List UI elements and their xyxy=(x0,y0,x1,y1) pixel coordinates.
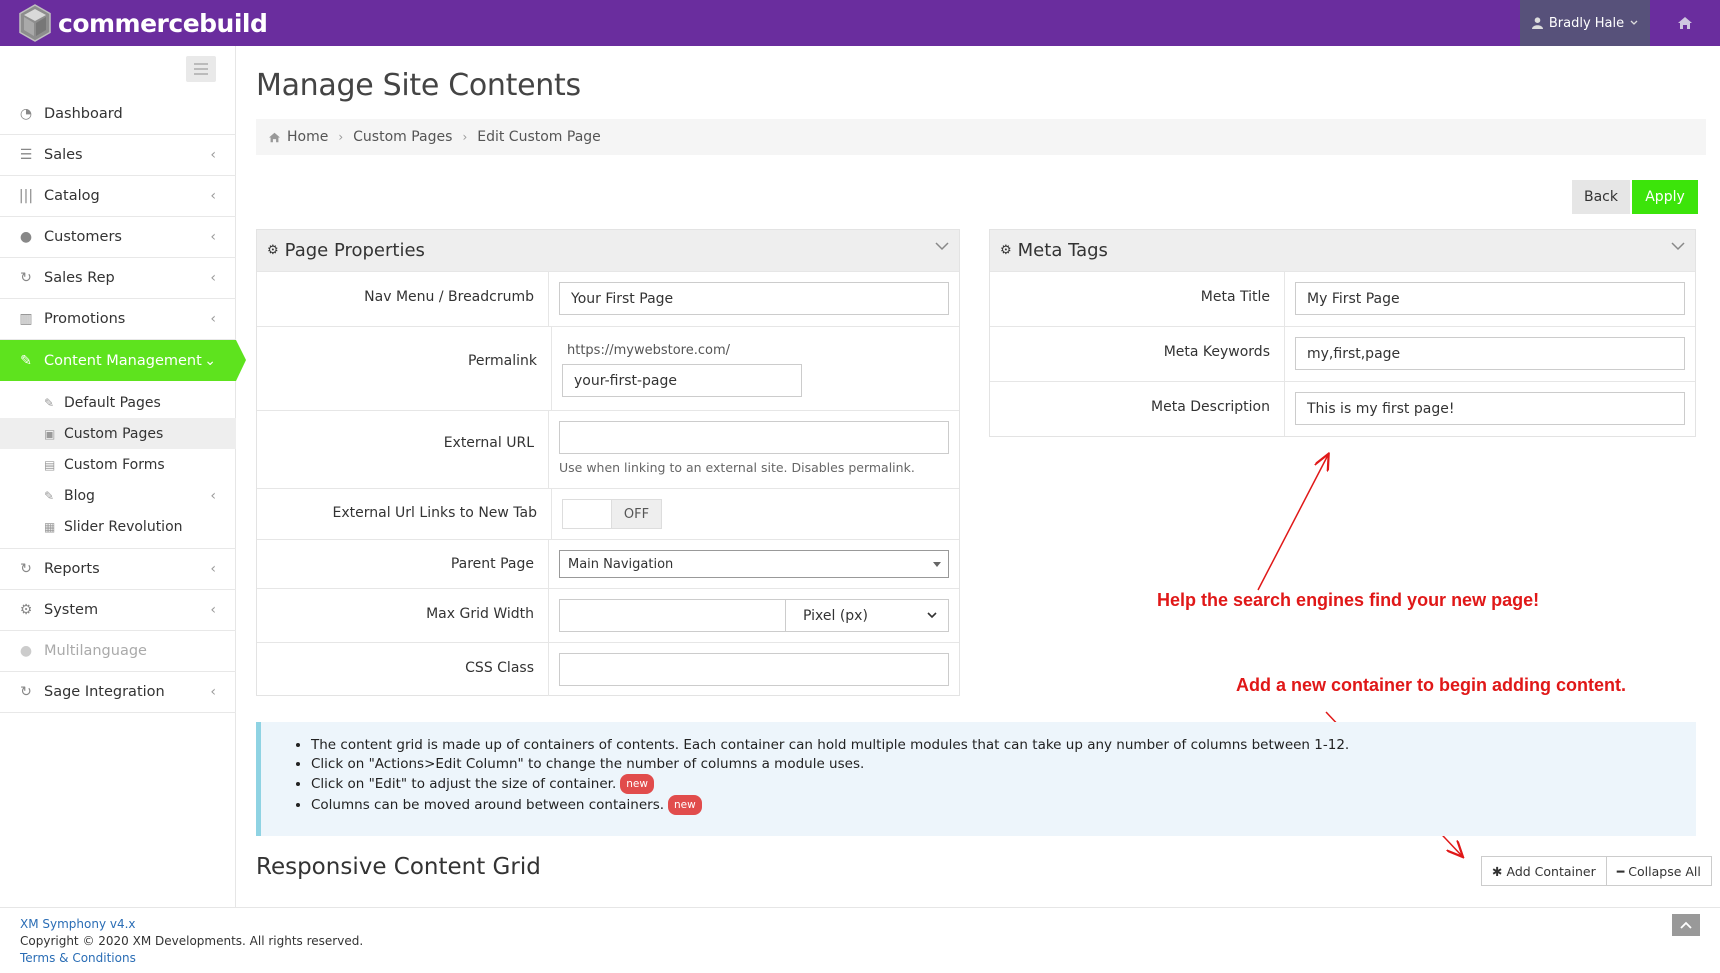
annotation-search-engines: Help the search engines find your new pa… xyxy=(1157,590,1540,610)
chevron-up-icon xyxy=(1680,921,1692,929)
grid-title: Responsive Content Grid xyxy=(256,854,541,880)
info-box: The content grid is made up of container… xyxy=(256,722,1696,836)
info-item: Click on "Actions>Edit Column" to change… xyxy=(311,755,1696,773)
collapse-all-label: Collapse All xyxy=(1628,863,1701,879)
grid-actions: ✱ Add Container ━ Collapse All xyxy=(1481,856,1712,886)
scroll-to-top-button[interactable] xyxy=(1672,914,1700,936)
info-item: The content grid is made up of container… xyxy=(311,736,1696,754)
asterisk-icon: ✱ xyxy=(1492,863,1503,879)
minus-icon: ━ xyxy=(1616,863,1625,879)
arrow-to-meta-tags xyxy=(1257,455,1328,591)
info-item: Click on "Edit" to adjust the size of co… xyxy=(311,774,1696,794)
collapse-all-button[interactable]: ━ Collapse All xyxy=(1605,857,1711,885)
info-text: The content grid is made up of container… xyxy=(311,737,1350,753)
add-container-button[interactable]: ✱ Add Container xyxy=(1482,857,1606,885)
info-text: Columns can be moved around between cont… xyxy=(311,797,665,813)
info-text: Click on "Actions>Edit Column" to change… xyxy=(311,756,865,772)
copyright-text: Copyright © 2020 XM Developments. All ri… xyxy=(20,934,364,948)
footer: XM Symphony v4.x Copyright © 2020 XM Dev… xyxy=(0,907,1720,973)
new-badge: new xyxy=(620,774,654,794)
version-link[interactable]: XM Symphony v4.x xyxy=(20,917,136,931)
info-text: Click on "Edit" to adjust the size of co… xyxy=(311,776,617,792)
info-list: The content grid is made up of container… xyxy=(291,736,1696,815)
annotation-add-container: Add a new container to begin adding cont… xyxy=(1236,675,1627,695)
terms-link[interactable]: Terms & Conditions xyxy=(20,951,136,965)
new-badge: new xyxy=(668,795,702,815)
info-item: Columns can be moved around between cont… xyxy=(311,795,1696,815)
add-container-label: Add Container xyxy=(1506,863,1596,879)
